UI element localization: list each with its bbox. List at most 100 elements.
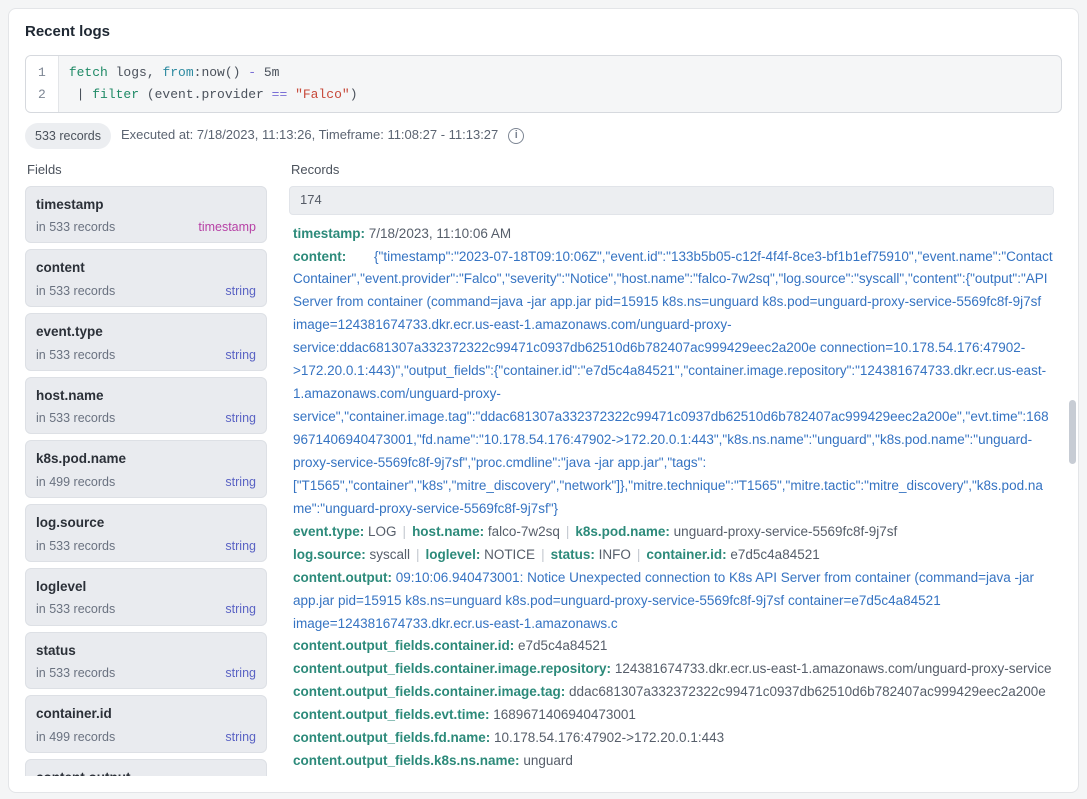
record-output: content.output: 09:10:06.940473001: Noti… (293, 567, 1054, 636)
field-count: in 533 records (36, 537, 115, 555)
field-count: in 533 records (36, 346, 115, 364)
field-card[interactable]: container.id in 499 records string (25, 695, 267, 753)
kv-val: e7d5c4a84521 (727, 547, 820, 562)
kv-val: INFO (595, 547, 631, 562)
record-body: timestamp: 7/18/2023, 11:10:06 AM conten… (289, 223, 1054, 776)
outer-scrollbar-thumb[interactable] (1069, 400, 1076, 464)
code-area[interactable]: fetch logs, from:now() - 5m | filter (ev… (59, 56, 368, 112)
line-gutter: 1 2 (26, 56, 59, 112)
separator-pipe: | (541, 547, 545, 562)
kv-key: loglevel: (426, 547, 481, 562)
output-field-pair: content.output_fields.fd.name: 10.178.54… (293, 727, 1054, 750)
separator-pipe: | (416, 547, 420, 562)
kv-val: ddac681307a332372322c99471c0937db62510d6… (569, 684, 1046, 699)
fields-list[interactable]: timestamp in 533 records timestamp content i… (25, 186, 275, 776)
record-timestamp: timestamp: 7/18/2023, 11:10:06 AM (293, 223, 1054, 246)
field-type: string (225, 409, 256, 427)
field-card[interactable]: event.type in 533 records string (25, 313, 267, 371)
kv-key: host.name: (412, 524, 484, 539)
field-name: k8s.pod.name (36, 449, 256, 469)
gutter-line1: 1 (38, 62, 46, 84)
field-name: content.output (36, 768, 256, 776)
field-type: string (225, 473, 256, 491)
kv-val: 10.178.54.176:47902->172.20.0.1:443 (494, 730, 724, 745)
output-field-pair: content.output_fields.k8s.ns.name: ungua… (293, 750, 1054, 773)
field-count: in 533 records (36, 218, 115, 236)
kv-val: LOG (364, 524, 396, 539)
record-output-fields: content.output_fields.container.id: e7d5… (293, 635, 1054, 775)
field-type: string (225, 346, 256, 364)
fields-header: Fields (25, 159, 275, 186)
kv-val: unguard (523, 753, 573, 768)
gutter-line2: 2 (38, 84, 46, 106)
field-name: container.id (36, 704, 256, 724)
info-icon[interactable]: i (508, 128, 524, 144)
query-line-2: | filter (event.provider == "Falco") (69, 84, 358, 106)
separator-pipe: | (403, 524, 407, 539)
kv-key: content.output_fields.evt.time: (293, 707, 490, 722)
field-card[interactable]: k8s.pod.name in 499 records string (25, 440, 267, 498)
kv-val: falco-7w2sq (484, 524, 560, 539)
execution-status-text: Executed at: 7/18/2023, 11:13:26, Timefr… (121, 126, 498, 145)
kv-key: log.source: (293, 547, 366, 562)
record-meta2: log.source: syscall | loglevel: NOTICE | sta… (293, 544, 1054, 567)
field-name: host.name (36, 386, 256, 406)
kv-key: container.id: (646, 547, 726, 562)
kv-val: syscall (366, 547, 410, 562)
output-field-pair: content.output_fields.evt.time: 16896714… (293, 704, 1054, 727)
kv-val: unguard-proxy-service-5569fc8f-9j7sf (670, 524, 897, 539)
separator-pipe: | (637, 547, 641, 562)
field-count: in 533 records (36, 282, 115, 300)
field-type: string (225, 537, 256, 555)
output-field-pair: content.output_fields.container.id: e7d5… (293, 635, 1054, 658)
field-type: string (225, 600, 256, 618)
field-card[interactable]: host.name in 533 records string (25, 377, 267, 435)
query-line-1: fetch logs, from:now() - 5m (69, 62, 358, 84)
recent-logs-card: Recent logs 1 2 fetch logs, from:now() -… (8, 8, 1079, 793)
records-count-chip[interactable]: 533 records (25, 123, 111, 149)
field-card[interactable]: loglevel in 533 records string (25, 568, 267, 626)
field-card[interactable]: timestamp in 533 records timestamp (25, 186, 267, 244)
output-field-pair: content.output_fields.container.image.re… (293, 658, 1054, 681)
field-name: content (36, 258, 256, 278)
field-card[interactable]: statusin 533 recordsstring (25, 632, 267, 690)
kv-key: event.type: (293, 524, 364, 539)
field-card[interactable]: log.source in 533 records string (25, 504, 267, 562)
field-card[interactable]: content.outputin 533 recordsstring (25, 759, 267, 776)
kv-val: e7d5c4a84521 (518, 638, 607, 653)
field-type: string (225, 728, 256, 746)
kv-key: content.output_fields.k8s.ns.name: (293, 753, 520, 768)
field-name: log.source (36, 513, 256, 533)
field-type: string (225, 282, 256, 300)
execution-status-bar: 533 records Executed at: 7/18/2023, 11:1… (25, 123, 1062, 149)
records-header: Records (289, 159, 1062, 186)
field-name: status (36, 641, 256, 661)
kv-key: content.output_fields.container.image.ta… (293, 684, 565, 699)
field-count: in 499 records (36, 728, 115, 746)
query-editor[interactable]: 1 2 fetch logs, from:now() - 5m | filter… (25, 55, 1062, 113)
kv-key: content.output_fields.container.image.re… (293, 661, 611, 676)
field-card[interactable]: content in 533 records string (25, 249, 267, 307)
kv-val: NOTICE (480, 547, 535, 562)
kv-key: content.output_fields.fd.name: (293, 730, 490, 745)
record-content: content: {"timestamp":"2023-07-18T09:10:… (293, 246, 1054, 521)
records-panel[interactable]: 174 timestamp: 7/18/2023, 11:10:06 AM co… (289, 186, 1062, 776)
record-meta1: event.type: LOG | host.name: falco-7w2sq | k… (293, 521, 1054, 544)
field-type: timestamp (198, 218, 256, 236)
record-index[interactable]: 174 (289, 186, 1054, 215)
field-name: event.type (36, 322, 256, 342)
field-count: in 499 records (36, 473, 115, 491)
field-type: string (225, 664, 256, 682)
output-field-pair: content.output_fields.k8s.pod.name: ungu… (293, 773, 1054, 776)
field-name: loglevel (36, 577, 256, 597)
kv-val: 1689671406940473001 (493, 707, 636, 722)
field-count: in 533 records (36, 409, 115, 427)
field-count: in 533 records (36, 600, 115, 618)
separator-pipe: | (566, 524, 570, 539)
kv-key: status: (551, 547, 595, 562)
output-field-pair: content.output_fields.container.image.ta… (293, 681, 1054, 704)
field-name: timestamp (36, 195, 256, 215)
kv-val: 124381674733.dkr.ecr.us-east-1.amazonaws… (615, 661, 1052, 676)
kv-key: content.output_fields.container.id: (293, 638, 514, 653)
kv-key: k8s.pod.name: (575, 524, 670, 539)
